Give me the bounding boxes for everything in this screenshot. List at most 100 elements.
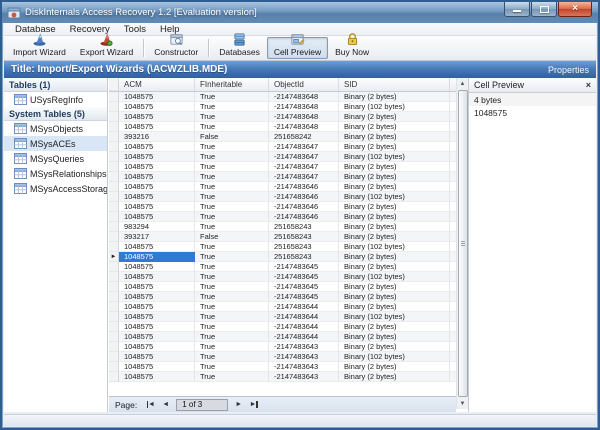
grid-cell[interactable]: 1048575 <box>119 212 195 222</box>
grid-cell[interactable]: 393216 <box>119 132 195 142</box>
row-marker[interactable] <box>109 352 119 362</box>
grid-cell[interactable]: -2147483648 <box>269 92 339 102</box>
grid-cell[interactable]: 393217 <box>119 232 195 242</box>
grid-cell[interactable]: False <box>195 232 269 242</box>
grid-cell[interactable]: 1048575 <box>119 262 195 272</box>
row-marker[interactable] <box>109 212 119 222</box>
row-marker[interactable] <box>109 262 119 272</box>
row-marker[interactable] <box>109 322 119 332</box>
grid-cell[interactable]: 1048575 <box>119 332 195 342</box>
grid-cell[interactable]: 251658243 <box>269 252 339 262</box>
row-marker[interactable] <box>109 282 119 292</box>
grid-cell[interactable]: True <box>195 272 269 282</box>
grid-cell[interactable]: True <box>195 302 269 312</box>
grid-cell[interactable]: Binary (2 bytes) <box>339 212 450 222</box>
grid-cell[interactable]: True <box>195 242 269 252</box>
grid-cell[interactable]: -2147483643 <box>269 342 339 352</box>
grid-cell[interactable]: 251658242 <box>269 132 339 142</box>
grid-cell[interactable]: 1048575 <box>119 322 195 332</box>
sidebar-item-usysreginfo[interactable]: USysRegInfo <box>4 92 107 107</box>
grid-cell[interactable]: 251658243 <box>269 222 339 232</box>
grid-cell[interactable]: True <box>195 312 269 322</box>
grid-cell[interactable]: Binary (2 bytes) <box>339 162 450 172</box>
grid-cell[interactable]: True <box>195 212 269 222</box>
properties-tab[interactable]: Properties <box>548 65 589 75</box>
grid-cell[interactable]: Binary (2 bytes) <box>339 322 450 332</box>
grid-cell[interactable]: 1048575 <box>119 102 195 112</box>
grid-cell[interactable]: False <box>195 132 269 142</box>
grid-cell[interactable]: Binary (2 bytes) <box>339 262 450 272</box>
grid-cell[interactable]: -2147483644 <box>269 322 339 332</box>
grid-cell[interactable]: -2147483648 <box>269 102 339 112</box>
grid-cell[interactable]: Binary (2 bytes) <box>339 122 450 132</box>
grid-cell[interactable]: True <box>195 332 269 342</box>
row-marker[interactable] <box>109 202 119 212</box>
column-header-finheritable[interactable]: FInheritable <box>195 78 269 91</box>
grid-cell[interactable]: True <box>195 292 269 302</box>
toolbar-button-cell-preview[interactable]: Cell Preview <box>267 37 328 59</box>
grid-cell[interactable]: 1048575 <box>119 342 195 352</box>
grid-cell[interactable]: True <box>195 282 269 292</box>
grid-cell[interactable]: True <box>195 262 269 272</box>
sidebar-group-header[interactable]: Tables (1) <box>4 78 107 92</box>
sidebar-item-msysaccessstorage[interactable]: MSysAccessStorage <box>4 181 107 196</box>
grid-cell[interactable]: -2147483647 <box>269 162 339 172</box>
grid-cell[interactable]: 1048575 <box>119 192 195 202</box>
grid-cell[interactable]: 1048575 <box>119 122 195 132</box>
grid-cell[interactable]: True <box>195 102 269 112</box>
row-marker[interactable] <box>109 362 119 372</box>
grid-cell[interactable]: True <box>195 322 269 332</box>
row-marker[interactable] <box>109 132 119 142</box>
grid-cell[interactable]: Binary (2 bytes) <box>339 332 450 342</box>
grid-cell[interactable]: True <box>195 202 269 212</box>
grid-cell[interactable]: Binary (102 bytes) <box>339 272 450 282</box>
grid-cell[interactable]: True <box>195 352 269 362</box>
cell-preview-close-button[interactable]: × <box>586 81 591 90</box>
grid-cell[interactable]: 1048575 <box>119 112 195 122</box>
grid-cell[interactable]: -2147483644 <box>269 332 339 342</box>
scroll-down-button[interactable]: ▼ <box>457 398 469 409</box>
grid-cell[interactable]: Binary (2 bytes) <box>339 362 450 372</box>
minimize-button[interactable] <box>504 2 530 17</box>
grid-cell[interactable]: 1048575 <box>119 272 195 282</box>
grid-cell[interactable]: True <box>195 252 269 262</box>
row-marker[interactable] <box>109 192 119 202</box>
grid-cell[interactable]: True <box>195 342 269 352</box>
grid-cell[interactable]: 1048575 <box>119 252 195 262</box>
grid-cell[interactable]: True <box>195 192 269 202</box>
menu-item-tools[interactable]: Tools <box>117 24 153 35</box>
vertical-scrollbar[interactable]: ▲ ▼ <box>456 78 468 409</box>
grid-cell[interactable]: 1048575 <box>119 242 195 252</box>
grid-cell[interactable]: 1048575 <box>119 162 195 172</box>
grid-cell[interactable]: Binary (2 bytes) <box>339 112 450 122</box>
sidebar-item-msysobjects[interactable]: MSysObjects <box>4 121 107 136</box>
sidebar-item-msysaces[interactable]: MSysACEs <box>4 136 107 151</box>
row-marker[interactable] <box>109 292 119 302</box>
grid-cell[interactable]: True <box>195 92 269 102</box>
grid-cell[interactable]: 1048575 <box>119 312 195 322</box>
grid-cell[interactable]: Binary (2 bytes) <box>339 342 450 352</box>
page-indicator[interactable]: 1 of 3 <box>176 399 228 411</box>
grid-cell[interactable]: Binary (102 bytes) <box>339 242 450 252</box>
grid-cell[interactable]: -2147483644 <box>269 312 339 322</box>
grid-cell[interactable]: True <box>195 122 269 132</box>
sidebar-item-msysqueries[interactable]: MSysQueries <box>4 151 107 166</box>
scroll-up-button[interactable]: ▲ <box>457 78 469 89</box>
scrollbar-thumb[interactable] <box>458 90 468 397</box>
grid-cell[interactable]: -2147483648 <box>269 122 339 132</box>
grid-cell[interactable]: -2147483645 <box>269 292 339 302</box>
grid-cell[interactable]: Binary (2 bytes) <box>339 292 450 302</box>
grid-cell[interactable]: 251658243 <box>269 232 339 242</box>
grid-cell[interactable]: -2147483647 <box>269 172 339 182</box>
grid-cell[interactable]: Binary (2 bytes) <box>339 142 450 152</box>
grid-cell[interactable]: -2147483646 <box>269 212 339 222</box>
grid-cell[interactable]: True <box>195 372 269 382</box>
row-marker[interactable] <box>109 272 119 282</box>
page-first-button[interactable]: ◄ <box>143 399 158 411</box>
grid-cell[interactable]: Binary (102 bytes) <box>339 352 450 362</box>
grid-cell[interactable]: -2147483643 <box>269 372 339 382</box>
grid-cell[interactable]: Binary (2 bytes) <box>339 232 450 242</box>
column-header-objectid[interactable]: ObjectId <box>269 78 339 91</box>
grid-cell[interactable]: 1048575 <box>119 182 195 192</box>
page-last-button[interactable]: ► <box>246 399 261 411</box>
